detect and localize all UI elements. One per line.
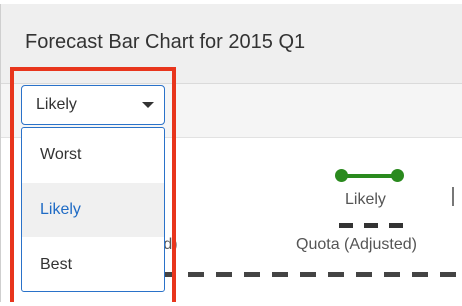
legend-quota-label: Quota (Adjusted): [296, 236, 417, 253]
legend-likely-label: Likely: [345, 191, 386, 208]
legend-likely-dot-right: [391, 169, 404, 182]
legend-likely-dot-left: [335, 169, 348, 182]
quota-dashed-line: [160, 272, 462, 277]
legend-quota-dash-icon: [339, 223, 403, 228]
panel-title: Forecast Bar Chart for 2015 Q1: [25, 31, 306, 53]
highlight-box: [10, 67, 176, 302]
legend-separator: [452, 187, 454, 206]
legend-likely-line-icon: [340, 174, 398, 178]
